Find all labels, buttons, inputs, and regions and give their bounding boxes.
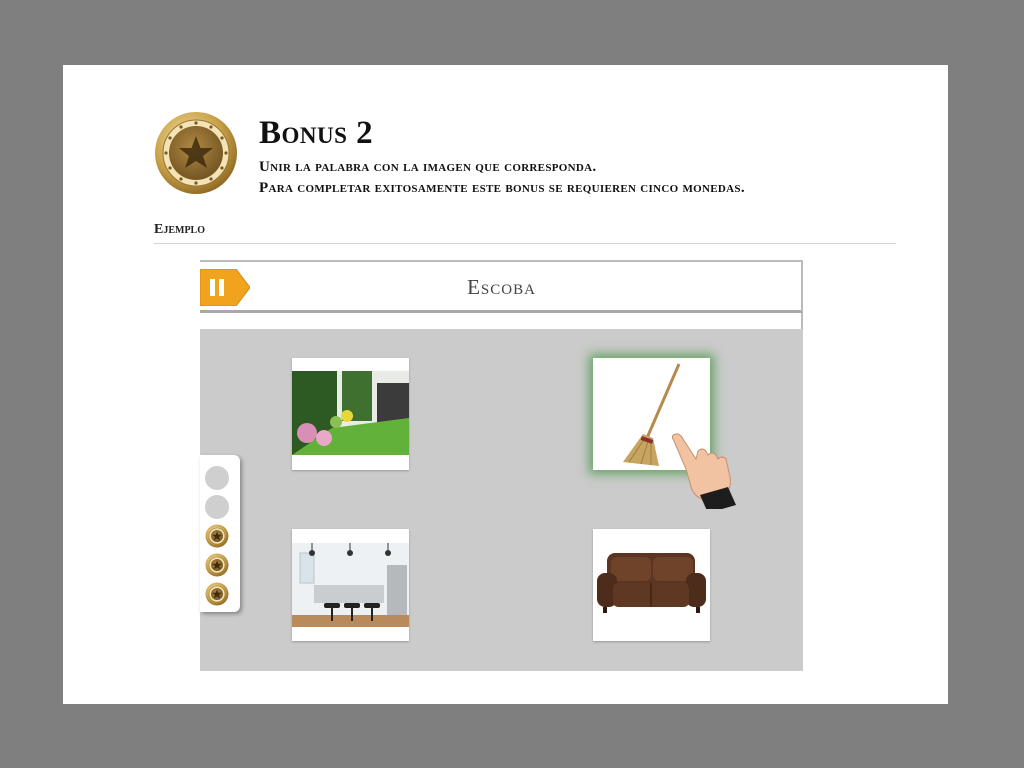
word-header: Escoba [200, 260, 803, 313]
page-title: Bonus 2 [259, 115, 374, 151]
example-label: Ejemplo [154, 222, 206, 237]
coin-icon [205, 524, 229, 548]
instruction-line-2: Para completar exitosamente este bonus s… [259, 180, 745, 196]
bonus-sheet: Bonus 2 Unir la palabra con la imagen qu… [63, 65, 948, 704]
coin-slot-empty [205, 495, 229, 519]
example-app: Escoba [200, 260, 803, 671]
card-kitchen-image[interactable] [292, 529, 409, 641]
instruction-line-1: Unir la palabra con la imagen que corres… [259, 159, 597, 175]
header-gap [200, 313, 803, 329]
coin-tray [200, 455, 240, 612]
pointing-hand-icon [671, 433, 736, 509]
target-word: Escoba [467, 275, 536, 299]
divider [154, 243, 896, 244]
card-garden-image[interactable] [292, 358, 409, 470]
card-sofa-image[interactable] [593, 529, 710, 641]
coin-icon [205, 553, 229, 577]
instructions: Unir la palabra con la imagen que corres… [259, 157, 745, 199]
coin-icon [205, 582, 229, 606]
play-area [200, 329, 803, 671]
coin-slot-empty [205, 466, 229, 490]
coin-logo-icon [155, 112, 237, 194]
